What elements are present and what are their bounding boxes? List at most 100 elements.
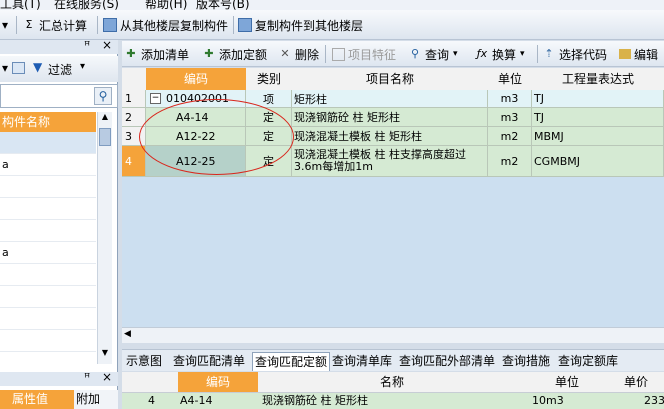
convert-dropdown-icon: ▾	[520, 49, 525, 59]
name-cell[interactable]: 现浇钢筋砼 柱 矩形柱	[292, 108, 488, 127]
list-item[interactable]	[0, 308, 96, 330]
name-cell[interactable]: 矩形柱	[292, 90, 488, 108]
menu-help[interactable]: 帮助(H)	[145, 0, 187, 10]
name-column-header[interactable]: 项目名称	[292, 68, 489, 91]
list-item[interactable]	[0, 330, 96, 352]
expression-cell[interactable]: TJ	[532, 108, 664, 127]
code-cell[interactable]: A4-14	[180, 393, 213, 409]
unit-cell[interactable]: 10m3	[532, 393, 564, 409]
tab-list-library[interactable]: 查询清单库	[330, 352, 394, 370]
edit-button[interactable]: 编辑	[619, 44, 658, 64]
menu-version[interactable]: 版本号(B)	[196, 0, 250, 10]
filter-dropdown-icon[interactable]: ▾	[80, 61, 85, 72]
name-cell[interactable]: 现浇混凝土模板 柱 矩形柱	[292, 127, 488, 146]
name-column-header[interactable]: 名称	[258, 372, 527, 393]
expression-cell[interactable]: MBMJ	[532, 127, 664, 146]
copy-to-floor-button[interactable]: 复制构件到其他楼层	[238, 15, 363, 35]
expression-column-header[interactable]: 工程量表达式	[532, 68, 664, 91]
list-item[interactable]: a	[0, 242, 96, 264]
menu-bar: 工具(T) 在线服务(S) 帮助(H) 版本号(B)	[0, 0, 664, 10]
type-column-header[interactable]: 类别	[246, 68, 293, 91]
collapse-icon[interactable]: −	[150, 93, 161, 104]
close-icon[interactable]: ×	[102, 370, 112, 384]
unit-column-header[interactable]: 单位	[526, 372, 609, 393]
query-tab-bar: 示意图 查询匹配清单 查询匹配定额 查询清单库 查询匹配外部清单 查询措施 查询…	[122, 349, 664, 371]
query-dropdown-icon: ▾	[453, 49, 458, 59]
pin-icon[interactable]: ꟸ	[84, 39, 90, 52]
copy-icon[interactable]	[12, 62, 25, 74]
unit-cell[interactable]: m3	[488, 108, 532, 127]
property-panel-header: 属性值 附加	[0, 390, 118, 409]
tab-diagram[interactable]: 示意图	[124, 352, 164, 370]
code-column-header[interactable]: 编码	[178, 372, 259, 393]
scroll-down-icon[interactable]: ▼	[99, 348, 111, 362]
pin-icon[interactable]: ꟸ	[84, 371, 90, 384]
scroll-up-icon[interactable]: ▲	[99, 112, 111, 126]
price-column-header[interactable]: 单价	[608, 372, 664, 393]
select-code-button[interactable]: ⇡ 选择代码	[542, 44, 607, 64]
filter-button[interactable]: 过滤	[48, 61, 72, 78]
scroll-thumb[interactable]	[99, 128, 111, 146]
query-button[interactable]: ⚲ 查询 ▾	[408, 44, 458, 64]
match-quota-grid: 编码 名称 单位 单价 4 A4-14 现浇钢筋砼 柱 矩形柱 10m3 233…	[122, 372, 664, 409]
select-code-icon: ⇡	[544, 47, 554, 60]
item-feature-button[interactable]: 项目特征	[332, 44, 396, 64]
expression-cell[interactable]: TJ	[532, 90, 664, 108]
close-icon[interactable]: ×	[102, 38, 112, 52]
menu-online-service[interactable]: 在线服务(S)	[54, 0, 119, 10]
edit-icon	[619, 49, 631, 59]
search-icon[interactable]: ⚲	[94, 87, 112, 105]
tab-match-quota[interactable]: 查询匹配定额	[252, 352, 331, 371]
function-icon: ƒx	[476, 47, 488, 60]
unit-column-header[interactable]: 单位	[488, 68, 533, 91]
item-feature-icon	[332, 47, 345, 61]
grid-horizontal-scrollbar[interactable]: ◀	[122, 327, 664, 343]
tab-external-list[interactable]: 查询匹配外部清单	[397, 352, 497, 370]
price-cell[interactable]: 2339	[644, 393, 664, 409]
component-list-toolbar: ▾ ▼ 过滤 ▾	[0, 56, 118, 82]
name-line-2: 3.6m每增加1m	[294, 160, 373, 173]
row-number-header	[122, 372, 179, 393]
copy-floor-icon	[103, 18, 117, 32]
dropdown-arrow-icon[interactable]: ▾	[2, 15, 8, 35]
add-list-icon: ✚	[126, 47, 136, 60]
tab-match-list[interactable]: 查询匹配清单	[171, 352, 247, 370]
convert-button[interactable]: ƒx 换算 ▾	[475, 44, 525, 64]
filter-icon: ▼	[33, 60, 43, 74]
list-item[interactable]	[0, 132, 96, 154]
add-list-button[interactable]: ✚ 添加清单	[124, 44, 189, 64]
name-cell[interactable]: 现浇混凝土模板 柱 柱支撑高度超过 3.6m每增加1m	[292, 146, 488, 177]
list-item[interactable]	[0, 220, 96, 242]
select-code-label: 选择代码	[559, 47, 608, 62]
add-quota-button[interactable]: ✚ 添加定额	[202, 44, 267, 64]
tab-measures[interactable]: 查询措施	[500, 352, 552, 370]
dropdown-arrow-icon[interactable]: ▾	[2, 61, 8, 75]
list-item[interactable]	[0, 176, 96, 198]
row-number: 4	[148, 394, 155, 407]
table-row[interactable]: 4 A4-14 现浇钢筋砼 柱 矩形柱 10m3 2339	[122, 393, 664, 409]
unit-cell[interactable]: m2	[488, 146, 532, 177]
tab-quota-library[interactable]: 查询定额库	[556, 352, 620, 370]
expression-cell[interactable]: CGMBMJ	[532, 146, 664, 177]
unit-cell[interactable]: m3	[488, 90, 532, 108]
list-item[interactable]	[0, 198, 96, 220]
code-column-header[interactable]: 编码	[146, 68, 247, 91]
scroll-left-icon[interactable]: ◀	[124, 329, 131, 339]
item-feature-label: 项目特征	[348, 47, 397, 62]
copy-from-floor-button[interactable]: 从其他楼层复制构件	[103, 15, 228, 35]
list-item[interactable]	[0, 264, 96, 286]
unit-cell[interactable]: m2	[488, 127, 532, 146]
summary-calc-label: 汇总计算	[39, 18, 88, 33]
left-vertical-scrollbar[interactable]: ▲ ▼	[97, 112, 112, 364]
name-cell[interactable]: 现浇钢筋砼 柱 矩形柱	[262, 393, 368, 409]
list-item[interactable]: a	[0, 154, 96, 176]
property-value-header: 属性值	[0, 390, 74, 409]
menu-tools[interactable]: 工具(T)	[0, 0, 41, 10]
add-quota-icon: ✚	[204, 47, 214, 60]
component-search-input[interactable]: ⚲	[0, 84, 118, 108]
row-number: 1	[122, 90, 146, 108]
summary-calc-button[interactable]: Σ 汇总计算	[22, 15, 88, 35]
magnifier-icon: ⚲	[410, 47, 420, 60]
delete-button[interactable]: ✕ 删除	[278, 44, 319, 64]
list-item[interactable]	[0, 286, 96, 308]
